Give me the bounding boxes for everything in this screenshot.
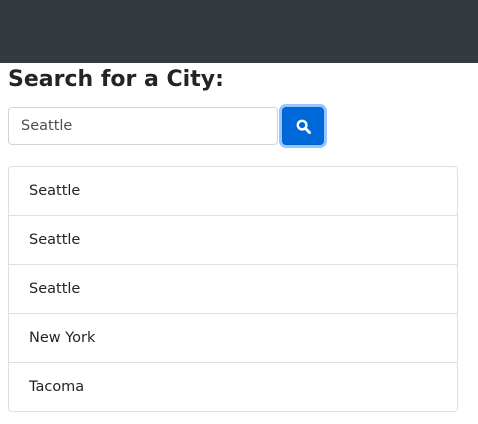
- search-icon: [296, 119, 311, 134]
- results-list: Seattle Seattle Seattle New York Tacoma: [8, 166, 458, 412]
- list-item[interactable]: New York: [9, 313, 457, 362]
- page-title: Search for a City:: [8, 67, 224, 92]
- search-button[interactable]: [282, 107, 324, 145]
- list-item[interactable]: Seattle: [9, 215, 457, 264]
- city-search-input[interactable]: [8, 107, 278, 145]
- list-item[interactable]: Seattle: [9, 167, 457, 215]
- list-item[interactable]: Seattle: [9, 264, 457, 313]
- list-item[interactable]: Tacoma: [9, 362, 457, 411]
- top-navbar: [0, 0, 478, 63]
